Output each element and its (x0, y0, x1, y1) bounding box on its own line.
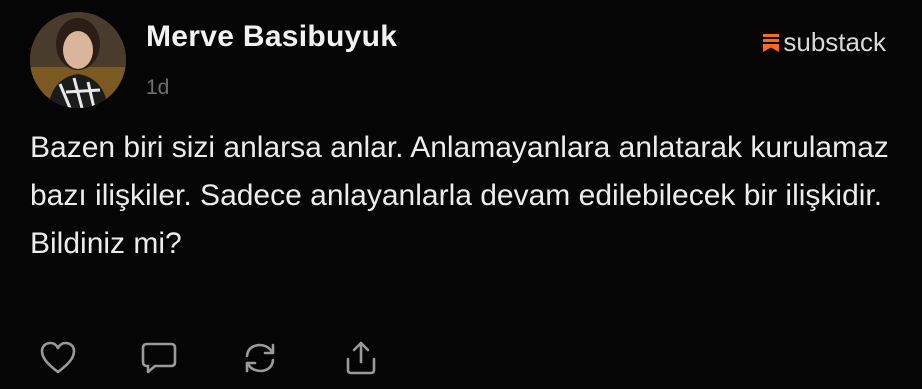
author-name[interactable]: Merve Basibuyuk (146, 20, 397, 54)
restack-icon[interactable] (242, 341, 278, 375)
heart-icon[interactable] (40, 341, 76, 375)
post-actions (40, 340, 379, 376)
brand-name: substack (783, 27, 886, 57)
substack-icon (763, 33, 780, 52)
avatar-image (30, 12, 126, 108)
post-timestamp: 1d (146, 76, 170, 99)
share-icon[interactable] (343, 340, 379, 376)
post-body: Bazen biri sizi anlarsa anlar. Anlamayan… (30, 131, 889, 260)
brand-logo[interactable]: substack (763, 27, 886, 58)
post-card: Merve Basibuyuk 1d substack Bazen biri s… (0, 0, 922, 389)
comment-icon[interactable] (141, 341, 177, 375)
avatar[interactable] (30, 12, 126, 108)
